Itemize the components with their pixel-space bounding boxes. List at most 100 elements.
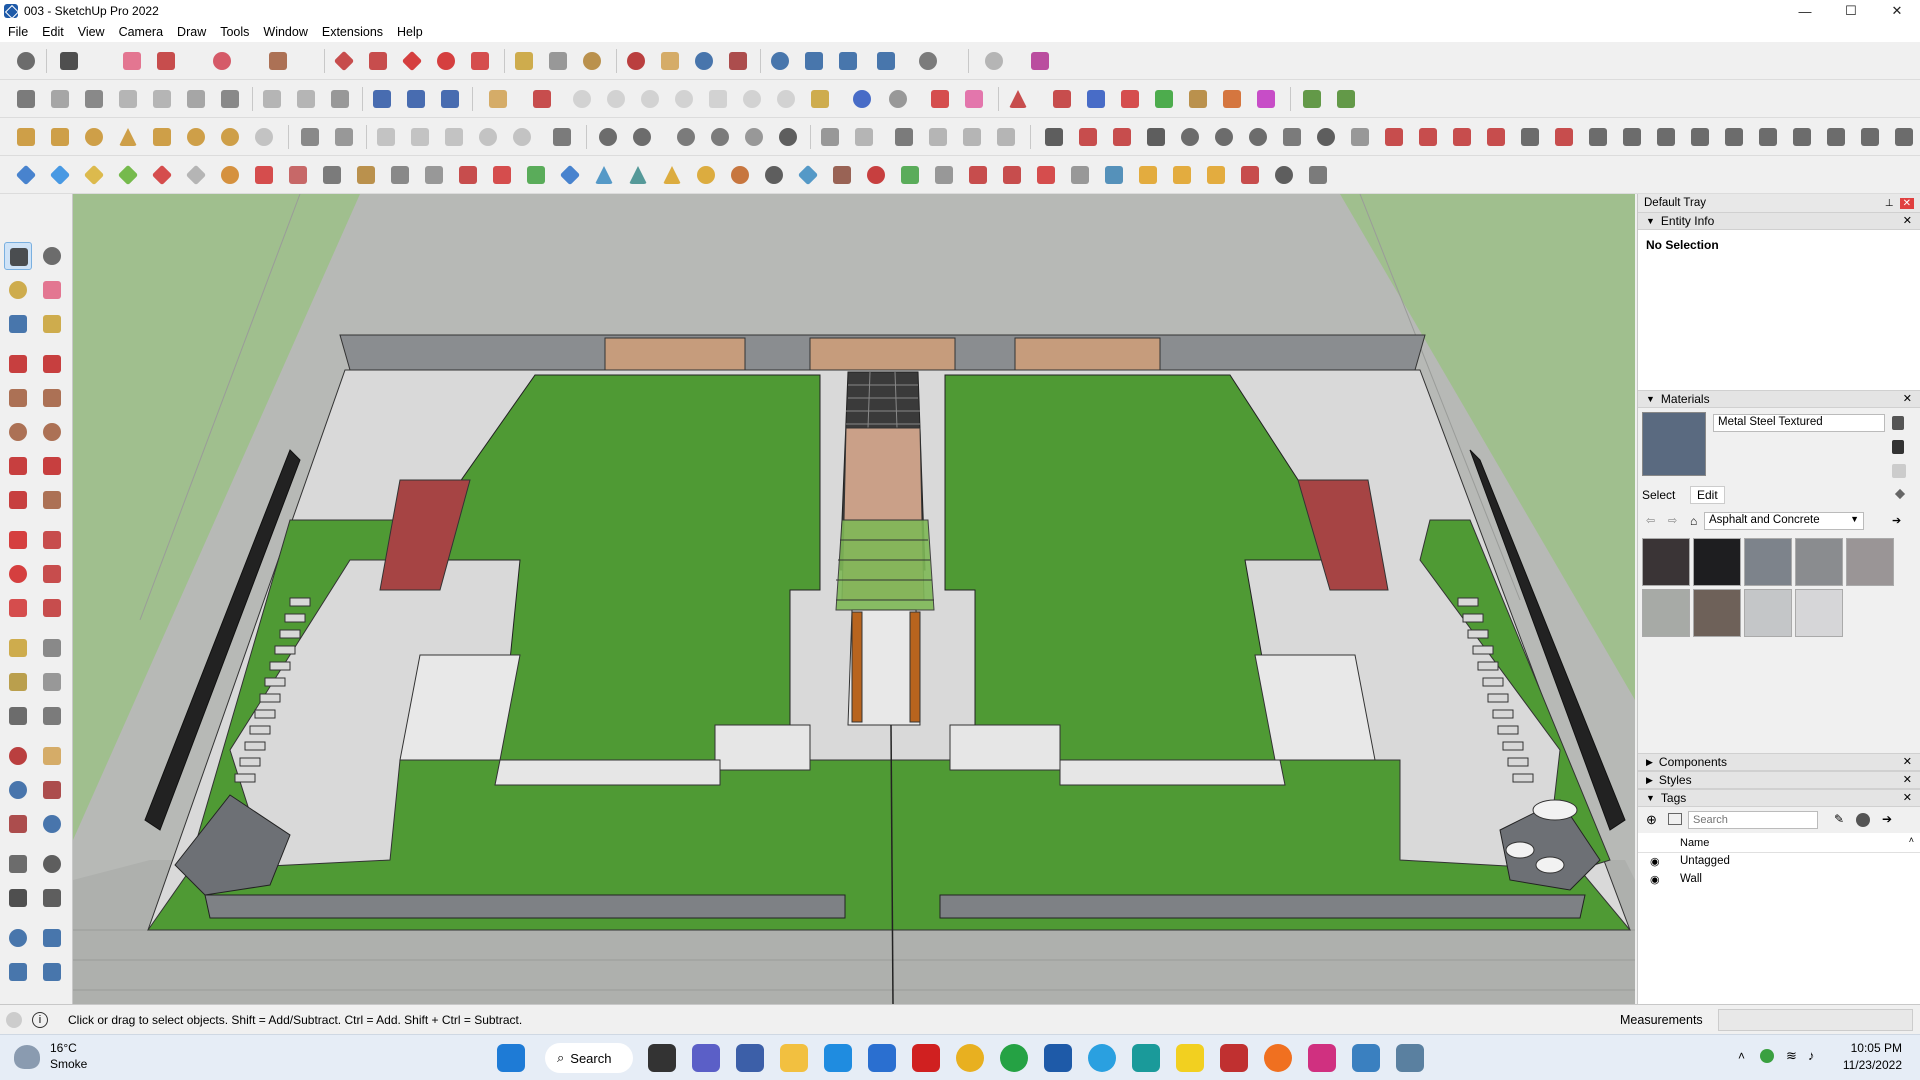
cubes-red-2-icon[interactable] bbox=[998, 161, 1026, 189]
axis-tool-1-icon[interactable] bbox=[1048, 85, 1076, 113]
add-folder-icon[interactable] bbox=[1668, 813, 1682, 825]
draw-25-icon[interactable] bbox=[1856, 123, 1884, 151]
library-select[interactable]: Asphalt and Concrete ▼ bbox=[1704, 512, 1864, 530]
zoom-tool-icon[interactable] bbox=[4, 776, 32, 804]
pin-icon[interactable]: ⊥ bbox=[1885, 198, 1894, 209]
bowl-icon[interactable] bbox=[706, 123, 734, 151]
sphere-3-icon[interactable] bbox=[508, 123, 536, 151]
slab-1-icon[interactable] bbox=[816, 123, 844, 151]
axes-icon[interactable] bbox=[4, 702, 32, 730]
style-hidden-line-icon[interactable] bbox=[368, 85, 396, 113]
rectangle-tool-icon[interactable] bbox=[4, 384, 32, 412]
warehouse-tool-icon[interactable] bbox=[4, 924, 32, 952]
polygon-tool-icon[interactable] bbox=[38, 418, 66, 446]
chain-icon[interactable] bbox=[386, 161, 414, 189]
ellipse-icon[interactable] bbox=[670, 85, 698, 113]
extension-warehouse-icon[interactable] bbox=[800, 47, 828, 75]
tree-icon[interactable] bbox=[624, 161, 652, 189]
draw-6-icon[interactable] bbox=[1210, 123, 1238, 151]
styles-header[interactable]: ▶ Styles ✕ bbox=[1638, 771, 1920, 789]
teams-icon[interactable] bbox=[692, 1044, 720, 1072]
draw-8-icon[interactable] bbox=[1278, 123, 1306, 151]
spline-icon[interactable] bbox=[454, 161, 482, 189]
components-header[interactable]: ▶ Components ✕ bbox=[1638, 753, 1920, 771]
lasso-select-icon[interactable] bbox=[4, 310, 32, 338]
swatch-8[interactable] bbox=[1744, 589, 1792, 637]
sandbox-icon[interactable] bbox=[980, 47, 1008, 75]
tag-icon[interactable] bbox=[484, 85, 512, 113]
draw-1-icon[interactable] bbox=[1040, 123, 1068, 151]
axis-tool-3-icon[interactable] bbox=[1116, 85, 1144, 113]
edge-icon[interactable] bbox=[824, 1044, 852, 1072]
text-icon[interactable] bbox=[544, 47, 572, 75]
draw-9-icon[interactable] bbox=[1312, 123, 1340, 151]
axis-tool-7-icon[interactable] bbox=[1252, 85, 1280, 113]
group-icon[interactable] bbox=[296, 123, 324, 151]
store-icon[interactable] bbox=[868, 1044, 896, 1072]
swatch-7[interactable] bbox=[1693, 589, 1741, 637]
rotate-icon[interactable] bbox=[432, 47, 460, 75]
panel-close-icon[interactable]: ✕ bbox=[1903, 791, 1912, 804]
measurements-field[interactable] bbox=[1718, 1009, 1913, 1031]
swatch-1[interactable] bbox=[1642, 538, 1690, 586]
create-material-icon[interactable] bbox=[1892, 416, 1904, 430]
name-column[interactable]: Name bbox=[1680, 837, 1709, 849]
draw-13-icon[interactable] bbox=[1448, 123, 1476, 151]
app-icon-red[interactable] bbox=[1220, 1044, 1248, 1072]
draw-26-icon[interactable] bbox=[1890, 123, 1918, 151]
draw-3-icon[interactable] bbox=[1108, 123, 1136, 151]
polygon-icon[interactable] bbox=[636, 85, 664, 113]
style-textured-icon[interactable] bbox=[436, 85, 464, 113]
box-1-icon[interactable] bbox=[372, 123, 400, 151]
ring-icon[interactable] bbox=[740, 123, 768, 151]
section-plane-icon[interactable] bbox=[1026, 47, 1054, 75]
move-icon[interactable] bbox=[398, 47, 426, 75]
slab-2-icon[interactable] bbox=[850, 123, 878, 151]
component-icon[interactable] bbox=[330, 123, 358, 151]
geo-location-icon[interactable] bbox=[6, 1011, 22, 1028]
rotate-orange-icon[interactable] bbox=[216, 161, 244, 189]
back-arrow-icon[interactable]: ⇦ bbox=[1646, 514, 1655, 527]
sketchup-taskbar-icon[interactable] bbox=[1044, 1044, 1072, 1072]
wifi-icon[interactable]: ≋ bbox=[1786, 1048, 1797, 1064]
sticky-notes-icon[interactable] bbox=[1176, 1044, 1204, 1072]
3d-text-icon[interactable] bbox=[38, 702, 66, 730]
select-hand-icon[interactable] bbox=[548, 123, 576, 151]
details-icon[interactable]: ➔ bbox=[1882, 812, 1892, 826]
teapot-icon[interactable] bbox=[672, 123, 700, 151]
draw-4-icon[interactable] bbox=[1142, 123, 1170, 151]
arc-tool-icon[interactable] bbox=[4, 452, 32, 480]
user-account-icon[interactable] bbox=[914, 47, 942, 75]
home-icon[interactable]: ⌂ bbox=[1690, 514, 1697, 528]
two-point-arc-icon[interactable] bbox=[38, 452, 66, 480]
task-view-icon[interactable] bbox=[648, 1044, 676, 1072]
whatsapp-icon[interactable] bbox=[1000, 1044, 1028, 1072]
draw-20-icon[interactable] bbox=[1686, 123, 1714, 151]
plane-red-icon[interactable] bbox=[148, 161, 176, 189]
lasso-3-icon[interactable] bbox=[760, 161, 788, 189]
frame-3-icon[interactable] bbox=[958, 123, 986, 151]
pie-icon[interactable] bbox=[38, 486, 66, 514]
panel-close-icon[interactable]: ✕ bbox=[1903, 392, 1912, 405]
eye-icon[interactable]: ◉ bbox=[1650, 873, 1660, 886]
zoom-window-icon[interactable] bbox=[38, 776, 66, 804]
draw-15-icon[interactable] bbox=[1516, 123, 1544, 151]
menu-file[interactable]: File bbox=[8, 25, 28, 39]
box-red-icon[interactable] bbox=[1032, 161, 1060, 189]
box-2-icon[interactable] bbox=[406, 123, 434, 151]
solid-tools-icon[interactable] bbox=[12, 123, 40, 151]
offset-icon[interactable] bbox=[568, 85, 596, 113]
grid-orange-2-icon[interactable] bbox=[1168, 161, 1196, 189]
layout-tool-icon[interactable] bbox=[4, 958, 32, 986]
refresh-icon[interactable] bbox=[774, 123, 802, 151]
plane-gray-icon[interactable] bbox=[182, 161, 210, 189]
instagram-icon[interactable] bbox=[1308, 1044, 1336, 1072]
tags-search-input[interactable] bbox=[1688, 811, 1818, 829]
push-pull-icon[interactable] bbox=[330, 47, 358, 75]
taskbar-search[interactable]: ⌕ Search bbox=[545, 1043, 633, 1073]
square-red-icon[interactable] bbox=[250, 161, 278, 189]
cross-red-icon[interactable] bbox=[488, 161, 516, 189]
frame-2-icon[interactable] bbox=[924, 123, 952, 151]
draw-24-icon[interactable] bbox=[1822, 123, 1850, 151]
swatch-9[interactable] bbox=[1795, 589, 1843, 637]
